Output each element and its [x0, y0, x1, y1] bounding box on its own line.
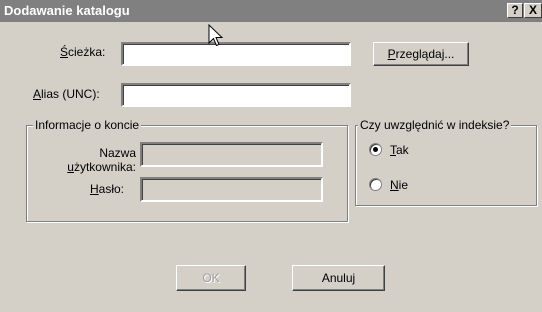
title-bar[interactable]: Dodawanie katalogu ? X	[0, 0, 542, 22]
add-directory-dialog: Dodawanie katalogu ? X Ścieżka: Przegląd…	[0, 0, 542, 312]
close-icon: X	[528, 3, 537, 17]
window-title: Dodawanie katalogu	[4, 3, 130, 18]
cancel-button[interactable]: Anuluj	[292, 265, 385, 291]
alias-input[interactable]	[121, 83, 351, 107]
account-info-group-title: Informacje o koncie	[33, 118, 142, 132]
alias-label: Alias (UNC):	[33, 87, 100, 101]
radio-no-label[interactable]: Nie	[390, 178, 408, 192]
arrow-cursor-icon	[208, 24, 224, 47]
include-in-index-group-title: Czy uwzględnić w indeksie?	[358, 118, 512, 132]
username-input[interactable]	[140, 142, 323, 167]
radio-selected-dot	[373, 147, 378, 152]
username-label-line1: Nazwa	[99, 146, 136, 160]
help-button[interactable]: ?	[507, 3, 523, 18]
password-label: Hasło:	[89, 182, 124, 196]
browse-button[interactable]: Przeglądaj...	[373, 42, 469, 66]
help-icon: ?	[511, 3, 519, 17]
radio-yes[interactable]	[369, 143, 382, 156]
path-input[interactable]	[121, 42, 351, 66]
password-input[interactable]	[140, 177, 323, 202]
ok-button[interactable]: OK	[176, 265, 246, 291]
username-label-line2: użytkownika:	[67, 160, 136, 174]
include-in-index-group: Czy uwzględnić w indeksie?	[355, 118, 537, 206]
path-label: Ścieżka:	[60, 45, 106, 59]
close-button[interactable]: X	[524, 3, 542, 18]
radio-yes-label[interactable]: Tak	[390, 143, 409, 157]
radio-no[interactable]	[369, 178, 382, 191]
